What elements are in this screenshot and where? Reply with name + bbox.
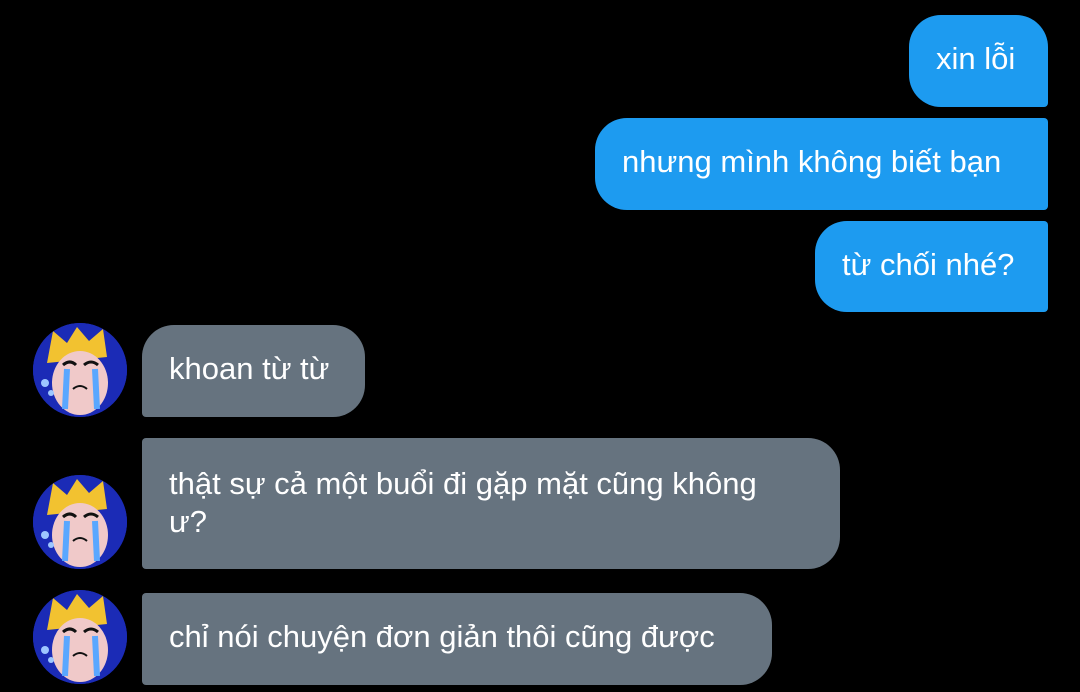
message-text: khoan từ từ xyxy=(169,351,330,386)
crying-character-avatar[interactable] xyxy=(33,475,127,569)
crying-character-avatar[interactable] xyxy=(33,590,127,684)
incoming-message-bubble[interactable]: khoan từ từ xyxy=(142,325,365,417)
message-text: nhưng mình không biết bạn xyxy=(622,144,1002,179)
incoming-message-bubble[interactable]: chỉ nói chuyện đơn giản thôi cũng được xyxy=(142,593,772,685)
outgoing-message-bubble[interactable]: xin lỗi xyxy=(909,15,1048,107)
message-text: từ chối nhé? xyxy=(842,247,1015,282)
message-text: xin lỗi xyxy=(936,41,1016,76)
chat-thread: xin lỗi nhưng mình không biết bạn từ chố… xyxy=(0,0,1080,692)
crying-character-avatar[interactable] xyxy=(33,323,127,417)
outgoing-message-bubble[interactable]: từ chối nhé? xyxy=(815,221,1048,312)
message-text: thật sự cả một buổi đi gặp mặt cũng khôn… xyxy=(169,466,757,539)
outgoing-message-bubble[interactable]: nhưng mình không biết bạn xyxy=(595,118,1048,210)
message-text: chỉ nói chuyện đơn giản thôi cũng được xyxy=(169,619,715,654)
incoming-message-bubble[interactable]: thật sự cả một buổi đi gặp mặt cũng khôn… xyxy=(142,438,840,569)
